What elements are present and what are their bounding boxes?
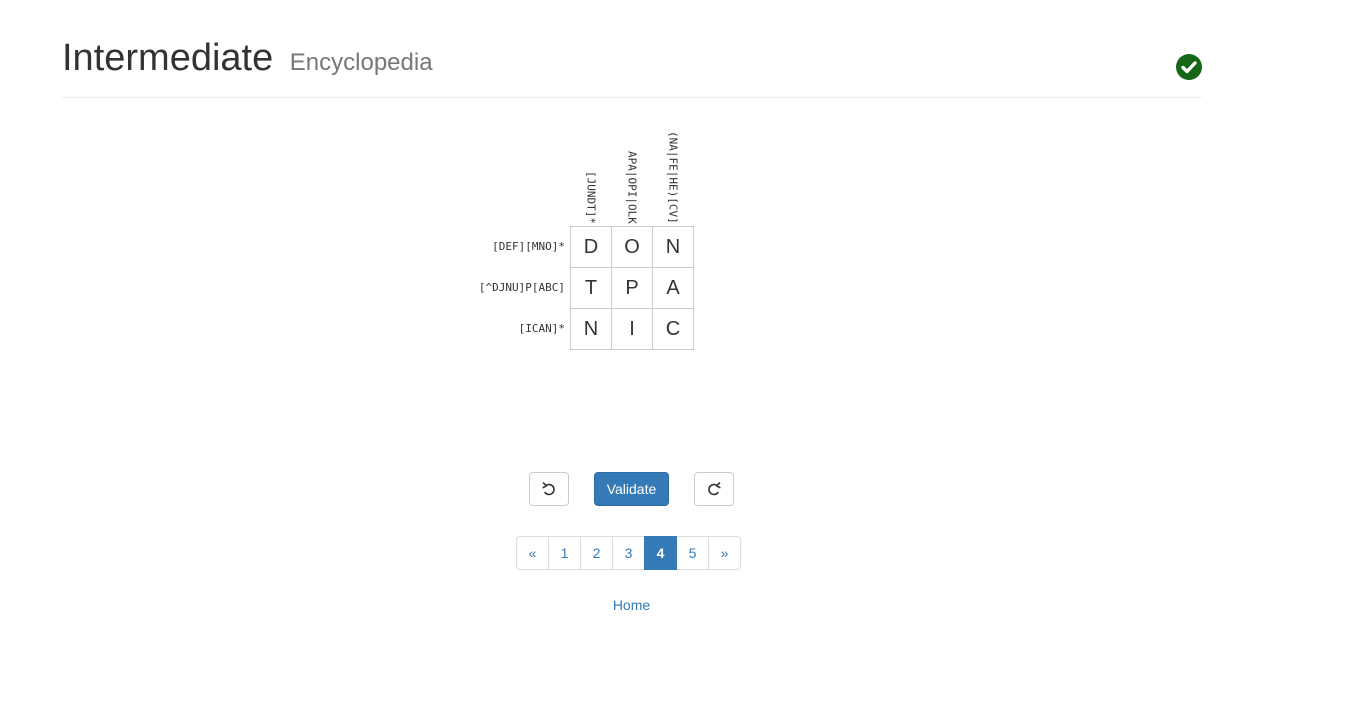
column-clue-3: (NA|FE|HE)[CV]	[652, 118, 693, 224]
grid-cell[interactable]: D	[571, 227, 612, 268]
pagination-page-3[interactable]: 3	[612, 536, 645, 570]
check-circle-icon	[1176, 54, 1202, 80]
title-text: Intermediate	[62, 37, 274, 79]
pagination-page-4-active[interactable]: 4	[644, 536, 677, 570]
grid-cell[interactable]: C	[653, 309, 694, 350]
grid-cell[interactable]: N	[653, 227, 694, 268]
column-clue-1: [JUNDT]*	[570, 118, 611, 224]
column-clue-2: APA|OPI|OLK	[611, 118, 652, 224]
grid-cell[interactable]: A	[653, 268, 694, 309]
grid-cell[interactable]: P	[612, 268, 653, 309]
redo-icon	[708, 482, 721, 496]
page-title: Intermediate Encyclopedia	[62, 36, 433, 85]
pagination-page-5[interactable]: 5	[676, 536, 709, 570]
row-clue-3: [ICAN]*	[518, 322, 565, 335]
pagination-page-2[interactable]: 2	[580, 536, 613, 570]
grid-cell[interactable]: I	[612, 309, 653, 350]
puzzle-grid: D O N T P A N I C	[570, 226, 694, 350]
row-clue-1: [DEF][MNO]*	[492, 240, 565, 253]
grid-cell[interactable]: O	[612, 227, 653, 268]
row-clue-2: [^DJNU]P[ABC]	[478, 281, 565, 294]
grid-cell[interactable]: N	[571, 309, 612, 350]
undo-icon	[542, 482, 555, 496]
column-clue-text: [JUNDT]*	[584, 171, 598, 224]
pagination: « 1 2 3 4 5 »	[516, 536, 741, 570]
column-clue-text: APA|OPI|OLK	[625, 151, 639, 224]
page-subtitle: Encyclopedia	[289, 49, 433, 76]
pagination-next[interactable]: »	[708, 536, 741, 570]
page-header: Intermediate Encyclopedia	[62, 0, 1202, 98]
pagination-page-1[interactable]: 1	[548, 536, 581, 570]
home-link[interactable]: Home	[0, 597, 1263, 613]
undo-button[interactable]	[529, 472, 569, 506]
pagination-prev[interactable]: «	[516, 536, 549, 570]
redo-button[interactable]	[694, 472, 734, 506]
column-clue-text: (NA|FE|HE)[CV]	[666, 131, 680, 224]
validate-button[interactable]: Validate	[594, 472, 669, 506]
grid-cell[interactable]: T	[571, 268, 612, 309]
